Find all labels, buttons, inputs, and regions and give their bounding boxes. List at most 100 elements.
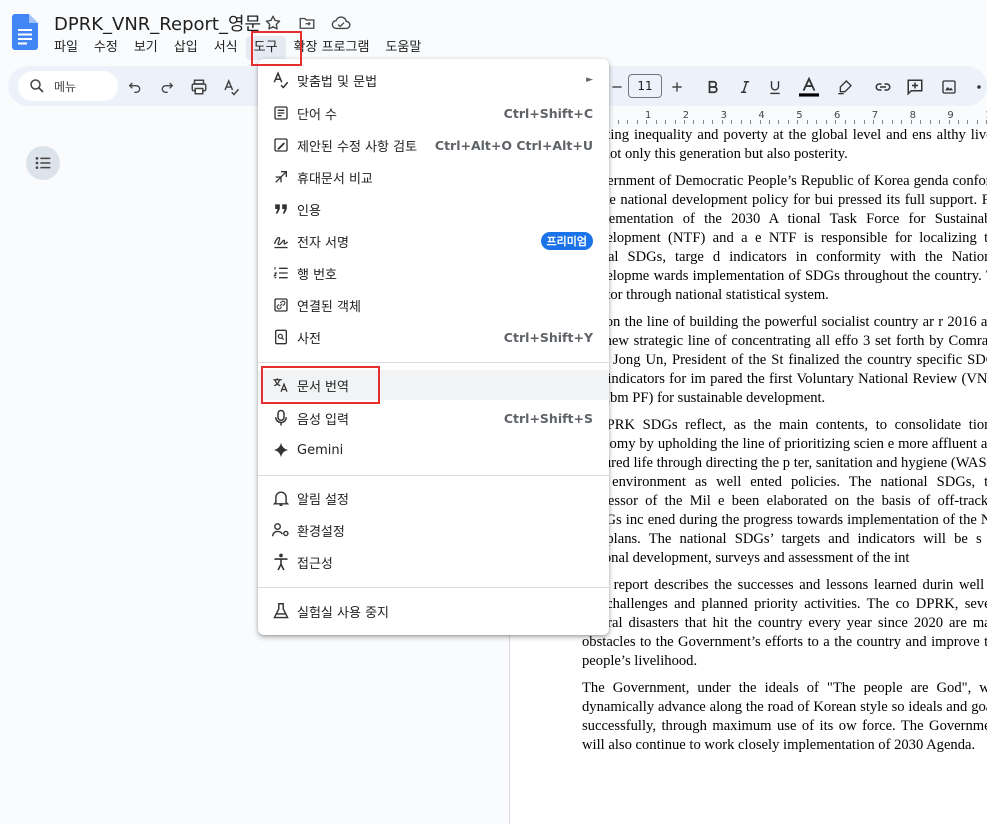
bold-icon[interactable] [702, 76, 724, 98]
ruler-tick [617, 120, 619, 124]
menu-item-disable-labs[interactable]: 실험실 사용 중지 [258, 596, 609, 626]
paragraph[interactable]: This report describes the successes and … [582, 576, 987, 671]
redo-icon[interactable] [156, 76, 178, 98]
star-icon[interactable] [262, 12, 284, 34]
ruler-tick [740, 120, 742, 124]
italic-icon[interactable] [734, 76, 756, 98]
google-docs-logo-icon[interactable] [12, 14, 38, 50]
ruler-tick [702, 120, 704, 124]
menu-item-shortcut: Ctrl+Shift+S [503, 410, 593, 426]
move-folder-icon[interactable] [296, 12, 318, 34]
horizontal-ruler[interactable]: 123456789101 [580, 108, 987, 128]
menu-item-shortcut: Ctrl+Shift+C [503, 105, 593, 121]
menu-item-label: 인용 [297, 203, 321, 219]
search-menus-label: 메뉴 [54, 79, 77, 94]
ruler-tick [863, 120, 865, 124]
underline-icon[interactable] [764, 76, 786, 98]
menu-item-voice-typing[interactable]: 음성 입력 Ctrl+Shift+S [258, 403, 609, 433]
menu-item-label: 알림 설정 [297, 492, 349, 508]
menu-item-label: Gemini [297, 442, 344, 458]
menu-separator [258, 587, 609, 588]
insert-image-icon[interactable] [938, 76, 960, 98]
print-icon[interactable] [188, 76, 210, 98]
menu-item-citations[interactable]: 인용 [258, 194, 609, 224]
menu-item-dictionary[interactable]: 사전 Ctrl+Shift+Y [258, 322, 609, 352]
document-title[interactable]: DPRK_VNR_Report_영문 [54, 10, 261, 36]
paragraph[interactable]: sed on the line of building the powerful… [582, 313, 987, 408]
tools-menu: 맞춤법 및 문법 ► 단어 수 Ctrl+Shift+C 제안된 수정 사항 검… [258, 59, 609, 635]
gemini-icon [271, 440, 291, 460]
ruler-tick [976, 120, 978, 124]
ruler-tick [759, 120, 761, 124]
spellcheck-toolbar-icon[interactable] [220, 76, 242, 98]
text-color-icon[interactable] [798, 76, 820, 98]
menu-view[interactable]: 보기 [126, 36, 166, 60]
menu-item-word-count[interactable]: 단어 수 Ctrl+Shift+C [258, 98, 609, 128]
search-menus-field[interactable]: 메뉴 [18, 71, 118, 101]
menu-item-label: 휴대문서 비교 [297, 171, 373, 187]
menu-item-label: 사전 [297, 331, 321, 347]
review-edits-icon [271, 135, 291, 155]
menu-help[interactable]: 도움말 [377, 36, 429, 60]
signature-icon [271, 231, 291, 251]
ruler-tick [769, 120, 770, 124]
menu-item-spelling-grammar[interactable]: 맞춤법 및 문법 ► [258, 65, 609, 95]
paragraph[interactable]: dicating inequality and poverty at the g… [582, 128, 987, 164]
menu-item-linked-objects[interactable]: 연결된 객체 [258, 290, 609, 320]
ruler-tick [797, 120, 799, 124]
dictionary-icon [271, 327, 291, 347]
more-icon[interactable] [968, 76, 987, 98]
paragraph[interactable]: Government of Democratic People’s Republ… [582, 172, 987, 306]
ruler-tick [920, 120, 922, 124]
menu-item-translate-document[interactable]: 문서 번역 [258, 370, 609, 400]
menu-item-label: 전자 서명 [297, 235, 349, 251]
quote-icon [271, 199, 291, 219]
increase-font-size-icon[interactable] [666, 76, 688, 98]
menu-item-review-suggested-edits[interactable]: 제안된 수정 사항 검토 Ctrl+Alt+O Ctrl+Alt+U [258, 130, 609, 160]
submenu-arrow-icon: ► [586, 75, 593, 85]
menu-insert[interactable]: 삽입 [166, 36, 206, 60]
menu-item-label: 연결된 객체 [297, 299, 361, 315]
mic-icon [271, 408, 291, 428]
search-icon [28, 77, 46, 95]
menu-separator [258, 475, 609, 476]
ruler-tick [891, 120, 893, 124]
cloud-status-icon[interactable] [330, 12, 352, 34]
menu-item-notification-settings[interactable]: 알림 설정 [258, 483, 609, 513]
menu-item-line-numbers[interactable]: 행 번호 [258, 258, 609, 288]
menu-item-accessibility[interactable]: 접근성 [258, 547, 609, 577]
ruler-tick [693, 120, 695, 124]
document-outline-button[interactable] [26, 146, 60, 180]
document-body[interactable]: dicating inequality and poverty at the g… [582, 128, 987, 763]
bell-icon [271, 488, 291, 508]
menu-item-label: 환경설정 [297, 524, 345, 540]
insert-link-icon[interactable] [872, 76, 894, 98]
font-size-input[interactable]: 11 [628, 74, 662, 98]
decrease-font-size-icon[interactable] [606, 76, 628, 98]
paragraph[interactable]: e DPRK SDGs reflect, as the main content… [582, 416, 987, 569]
menu-item-label: 접근성 [297, 556, 333, 572]
ruler-tick [787, 120, 789, 124]
list-icon [35, 156, 51, 170]
menu-tools[interactable]: 도구 [245, 36, 286, 60]
menu-file[interactable]: 파일 [46, 36, 86, 60]
ruler-tick [674, 120, 676, 124]
paragraph[interactable]: The Government, under the ideals of "The… [582, 679, 987, 755]
ruler-tick [967, 120, 969, 124]
ruler-tick [825, 120, 827, 124]
menu-item-esignature[interactable]: 전자 서명 프리미엄 [258, 226, 609, 256]
ruler-tick [844, 120, 846, 124]
ruler-tick [721, 120, 723, 124]
menu-bar: 파일 수정 보기 삽입 서식 도구 확장 프로그램 도움말 [46, 36, 429, 60]
menu-item-compare-documents[interactable]: 휴대문서 비교 [258, 162, 609, 192]
menu-item-label: 단어 수 [297, 107, 338, 123]
ruler-tick [750, 120, 752, 124]
add-comment-icon[interactable] [904, 76, 926, 98]
menu-item-gemini[interactable]: Gemini [258, 435, 609, 465]
menu-edit[interactable]: 수정 [86, 36, 126, 60]
undo-icon[interactable] [124, 76, 146, 98]
menu-extensions[interactable]: 확장 프로그램 [286, 36, 378, 60]
menu-format[interactable]: 서식 [206, 36, 246, 60]
menu-item-preferences[interactable]: 환경설정 [258, 515, 609, 545]
highlight-color-icon[interactable] [834, 76, 856, 98]
